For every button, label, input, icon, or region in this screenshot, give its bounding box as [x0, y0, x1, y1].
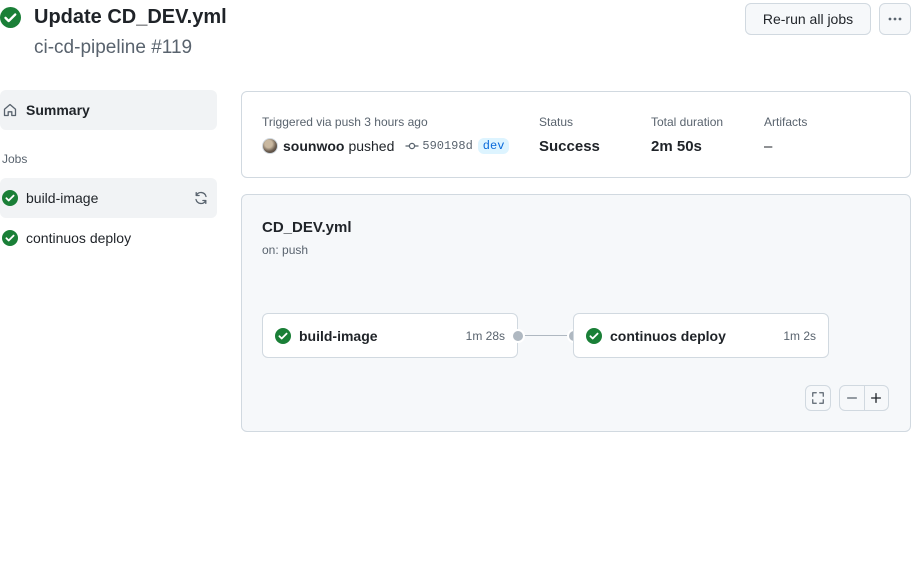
- sidebar-job-label: continuos deploy: [26, 230, 132, 246]
- graph-job-duration: 1m 28s: [465, 329, 505, 343]
- fullscreen-button[interactable]: [805, 385, 831, 411]
- more-actions-button[interactable]: [879, 3, 911, 35]
- duration-value: 2m 50s: [651, 138, 702, 155]
- status-label: Status: [539, 115, 574, 129]
- sidebar-job-continuos-deploy[interactable]: continuos deploy: [0, 218, 217, 258]
- avatar[interactable]: [262, 138, 278, 154]
- duration-label: Total duration: [651, 115, 724, 129]
- success-icon: [275, 327, 291, 344]
- commit-sha-link[interactable]: 590198d: [422, 139, 472, 153]
- run-title: Update CD_DEV.yml: [34, 6, 227, 28]
- jobs-heading: Jobs: [2, 152, 28, 166]
- actor-link[interactable]: sounwoo: [283, 138, 344, 154]
- graph-job-label: build-image: [299, 327, 378, 344]
- zoom-controls: [839, 385, 889, 411]
- kebab-horizontal-icon: [888, 17, 902, 21]
- artifacts-label: Artifacts: [764, 115, 808, 129]
- graph-job-label: continuos deploy: [610, 327, 726, 344]
- dash-icon: [846, 397, 857, 399]
- workflow-file-name[interactable]: CD_DEV.yml: [262, 219, 352, 236]
- status-value: Success: [539, 138, 600, 155]
- run-success-icon: [0, 7, 21, 28]
- trigger-action: pushed: [348, 138, 395, 154]
- workflow-trigger: on: push: [262, 243, 309, 257]
- success-icon: [586, 327, 602, 344]
- graph-job-duration: 1m 2s: [783, 329, 816, 343]
- trigger-label: Triggered via push 3 hours ago: [262, 115, 428, 129]
- plus-icon: [871, 392, 882, 404]
- sidebar-item-label: Summary: [26, 102, 90, 118]
- sidebar-job-label: build-image: [26, 190, 99, 206]
- artifacts-value: –: [764, 138, 773, 155]
- graph-connector: [518, 335, 574, 336]
- graph-job-continuos-deploy[interactable]: continuos deploy 1m 2s: [573, 313, 829, 358]
- rerun-job-icon[interactable]: [193, 190, 209, 206]
- trigger-detail: sounwoo pushed 590198d dev: [262, 138, 510, 154]
- graph-port-out: [511, 329, 525, 343]
- screen-full-icon: [812, 392, 824, 404]
- zoom-out-button[interactable]: [840, 386, 864, 410]
- sidebar-item-summary[interactable]: Summary: [0, 90, 217, 130]
- run-subtitle: ci-cd-pipeline #119: [34, 37, 193, 58]
- git-commit-icon: [405, 142, 419, 150]
- success-icon: [2, 230, 18, 246]
- graph-job-build-image[interactable]: build-image 1m 28s: [262, 313, 518, 358]
- success-icon: [2, 190, 18, 206]
- home-icon: [3, 103, 17, 117]
- branch-badge[interactable]: dev: [477, 138, 510, 154]
- workflow-graph: CD_DEV.yml on: push build-image 1m 28s c…: [241, 194, 911, 432]
- rerun-all-jobs-button[interactable]: Re-run all jobs: [745, 3, 871, 35]
- run-summary-card: Triggered via push 3 hours ago sounwoo p…: [241, 91, 911, 178]
- sidebar-job-build-image[interactable]: build-image: [0, 178, 217, 218]
- zoom-in-button[interactable]: [863, 386, 888, 410]
